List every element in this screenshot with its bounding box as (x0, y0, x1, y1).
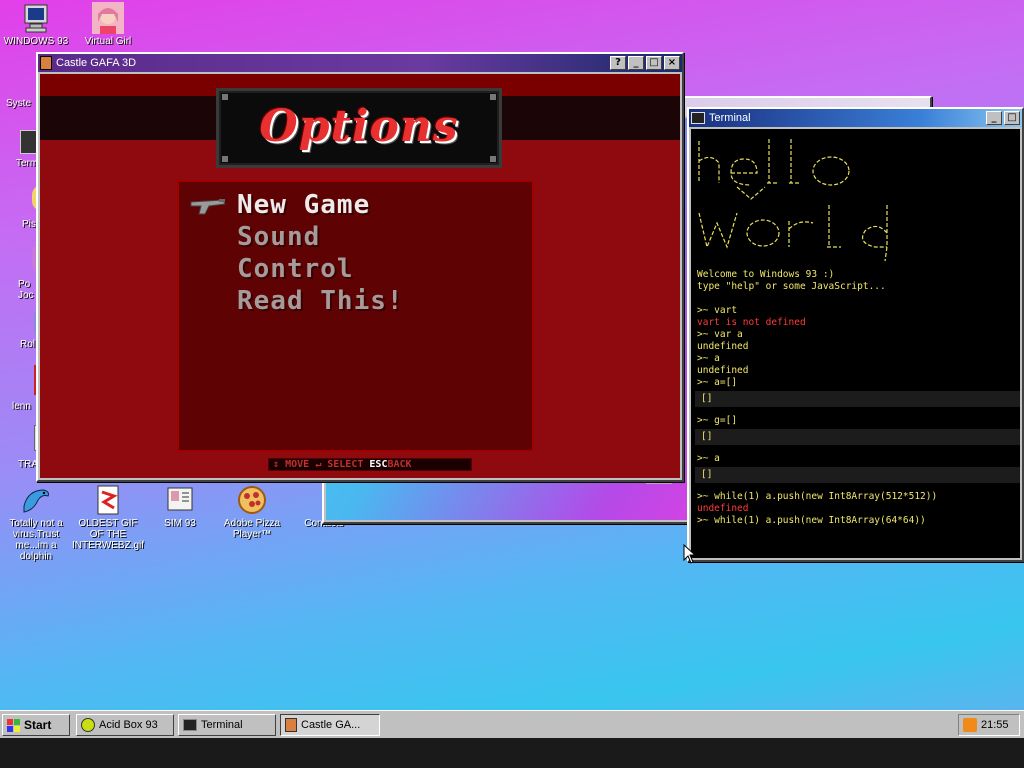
controls-hint-bar: ⇕ MOVE ↵ SELECT ESCBACK (268, 458, 472, 471)
desktop-icon-oldest-gif[interactable]: OLDEST GIF OF THE INTERWEBZ.gif (72, 484, 144, 551)
desktop-icon-label: Rol (20, 339, 36, 350)
sim-book-icon (164, 484, 196, 516)
maximize-button[interactable]: □ (646, 56, 662, 70)
computer-icon (20, 2, 52, 34)
menu-item-new-game[interactable]: New Game (237, 190, 370, 220)
girl-portrait-icon (92, 2, 124, 34)
screen-bottom-edge (0, 738, 1024, 768)
terminal-app-icon (691, 112, 705, 124)
desktop-icon-sim93[interactable]: SIM 93 (144, 484, 216, 529)
desktop-icon-label: OLDEST GIF OF THE INTERWEBZ.gif (72, 518, 145, 551)
castle-gafa-window[interactable]: Castle GAFA 3D ? _ □ × Options New Game … (36, 52, 684, 482)
clock: 21:55 (981, 719, 1009, 731)
task-label: Acid Box 93 (99, 719, 158, 731)
terminal-line: >~ g=[] (697, 415, 738, 426)
terminal-result-block: [] (695, 467, 1020, 483)
hint-move: MOVE (285, 459, 310, 470)
game-canvas[interactable]: Options New Game Sound Control Read This… (40, 74, 680, 478)
options-heading: Options (259, 101, 459, 152)
terminal-line: vart is not defined (697, 317, 806, 328)
desktop-icon-label: Virtual Girl (84, 36, 132, 47)
hint-back: BACK (387, 459, 412, 470)
minimize-button[interactable]: _ (986, 111, 1002, 125)
task-castle-gafa[interactable]: Castle GA... (280, 714, 380, 736)
start-button[interactable]: Start (2, 714, 70, 736)
terminal-line: >~ a (697, 353, 720, 364)
gun-cursor-icon (190, 199, 226, 215)
task-label: Castle GA... (301, 719, 361, 731)
desktop-icon-dolphin[interactable]: Totally not a virus.Trust me...im a dolp… (0, 484, 72, 562)
desktop-icon-label: Adobe Pizza Player™ (223, 518, 281, 540)
hint-select: SELECT (327, 459, 364, 470)
terminal-line: >~ a (697, 453, 720, 464)
enter-arrow-icon: ↵ (315, 459, 322, 470)
desktop-icon-label: Pis (22, 219, 36, 230)
terminal-input-line[interactable]: >~ while(1) a.push(new Int8Array(64*64)) (691, 515, 1020, 527)
close-button[interactable]: × (664, 56, 680, 70)
terminal-welcome: Welcome to Windows 93 :) (697, 269, 835, 280)
ascii-art-graphic (698, 139, 888, 262)
rss-feed-icon[interactable] (963, 718, 977, 732)
task-acid-box[interactable]: Acid Box 93 (76, 714, 174, 736)
gif-file-icon (92, 484, 124, 516)
desktop-icon-label: SIM 93 (164, 518, 196, 529)
desktop-icon-label: Totally not a virus.Trust me...im a dolp… (9, 518, 63, 562)
desktop-icon-pizza-player[interactable]: Adobe Pizza Player™ (216, 484, 288, 540)
desktop-icon-label: lenn (12, 401, 31, 412)
windows-logo-icon (7, 718, 20, 732)
terminal-result-block: [] (695, 429, 1020, 445)
terminal-result-block: [] (695, 391, 1020, 407)
window-title: Castle GAFA 3D (56, 57, 137, 69)
maximize-button[interactable]: □ (1004, 111, 1020, 125)
options-menu: New Game Sound Control Read This! (177, 180, 534, 452)
minimize-button[interactable]: _ (628, 56, 644, 70)
terminal-line: >~ a=[] (697, 377, 738, 388)
dolphin-icon (20, 484, 52, 516)
task-label: Terminal (201, 719, 243, 731)
window-title: Terminal (709, 112, 751, 124)
mouse-pointer-icon (683, 544, 695, 564)
terminal-titlebar[interactable]: Terminal _ □ (689, 109, 1022, 127)
menu-item-sound[interactable]: Sound (237, 222, 320, 252)
terminal-line: >~ vart (697, 305, 738, 316)
rivet (490, 94, 496, 100)
desktop-icon-label: Syste (6, 98, 32, 109)
terminal-help: type "help" or some JavaScript... (697, 281, 886, 292)
castle-app-icon (40, 56, 52, 70)
terminal-line: undefined (697, 503, 749, 514)
updown-arrow-icon: ⇕ (273, 459, 280, 470)
rivet (222, 94, 228, 100)
menu-item-control[interactable]: Control (237, 254, 354, 284)
castle-app-icon (285, 718, 297, 732)
taskbar: Start Acid Box 93 Terminal Castle GA... … (0, 710, 1024, 738)
desktop-icon-label: TRA (18, 459, 38, 470)
pizza-icon (236, 484, 268, 516)
hint-esc: ESC (369, 459, 388, 470)
task-terminal[interactable]: Terminal (178, 714, 276, 736)
terminal-output[interactable]: Welcome to Windows 93 :) type "help" or … (691, 129, 1020, 558)
start-label: Start (24, 718, 52, 732)
rivet (490, 156, 496, 162)
desktop-icon-label: Term (16, 158, 39, 169)
help-button[interactable]: ? (610, 56, 626, 70)
desktop-icon-windows93[interactable]: WINDOWS 93 (0, 2, 72, 47)
terminal-line: >~ while(1) a.push(new Int8Array(512*512… (697, 491, 938, 502)
menu-item-read-this[interactable]: Read This! (237, 286, 404, 316)
rivet (222, 156, 228, 162)
system-tray: 21:55 (958, 714, 1020, 736)
ascii-hello-world-art (691, 129, 1020, 269)
castle-gafa-titlebar[interactable]: Castle GAFA 3D ? _ □ × (38, 54, 682, 72)
terminal-line: undefined (697, 341, 749, 352)
options-plaque: Options (216, 88, 502, 168)
terminal-line: undefined (697, 365, 749, 376)
terminal-line: >~ var a (697, 329, 743, 340)
terminal-icon (183, 719, 197, 731)
desktop-icon-virtual-girl[interactable]: Virtual Girl (72, 2, 144, 47)
desktop-icon-label: WINDOWS 93 (3, 36, 69, 47)
acid-smiley-icon (81, 718, 95, 732)
terminal-window[interactable]: Terminal _ □ Welcome to Windows 93:) ty… (687, 107, 1024, 562)
